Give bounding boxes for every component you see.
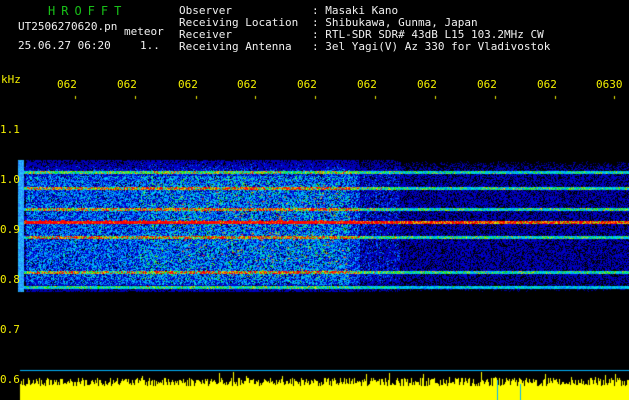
time-tick-label: 062 [297, 78, 317, 91]
time-tick-label: 062 [237, 78, 257, 91]
app-brand: HROFFT [48, 4, 128, 18]
freq-tick-label: 0.6 [0, 373, 20, 386]
time-tick-label: 062 [417, 78, 437, 91]
time-tick-label: 062 [537, 78, 557, 91]
info-label-antenna: Receiving Antenna [179, 40, 292, 53]
freq-tick-label: 0.7 [0, 323, 20, 336]
time-tick-label: 062 [477, 78, 497, 91]
spectrogram-plot [0, 0, 629, 400]
hrofft-window: HROFFT UT2506270620.pn meteor 25.06.27 0… [0, 0, 629, 400]
filename-label: UT2506270620.pn [18, 20, 118, 33]
datetime-label: 25.06.27 06:20 [18, 39, 111, 52]
time-tick-label: 062 [57, 78, 77, 91]
time-tick-label: 0630 [596, 78, 623, 91]
time-tick-label: 062 [117, 78, 137, 91]
info-value-antenna: : 3el Yagi(V) Az 330 for Vladivostok [312, 40, 551, 53]
filename-suffix: meteor [124, 25, 164, 38]
counter-label: 1.. [140, 39, 160, 52]
time-tick-label: 062 [178, 78, 198, 91]
freq-unit-label: kHz [1, 73, 21, 86]
time-tick-label: 062 [357, 78, 377, 91]
freq-tick-label: 1.0 [0, 173, 20, 186]
freq-tick-label: 1.1 [0, 123, 20, 136]
freq-tick-label: 0.9 [0, 223, 20, 236]
freq-tick-label: 0.8 [0, 273, 20, 286]
